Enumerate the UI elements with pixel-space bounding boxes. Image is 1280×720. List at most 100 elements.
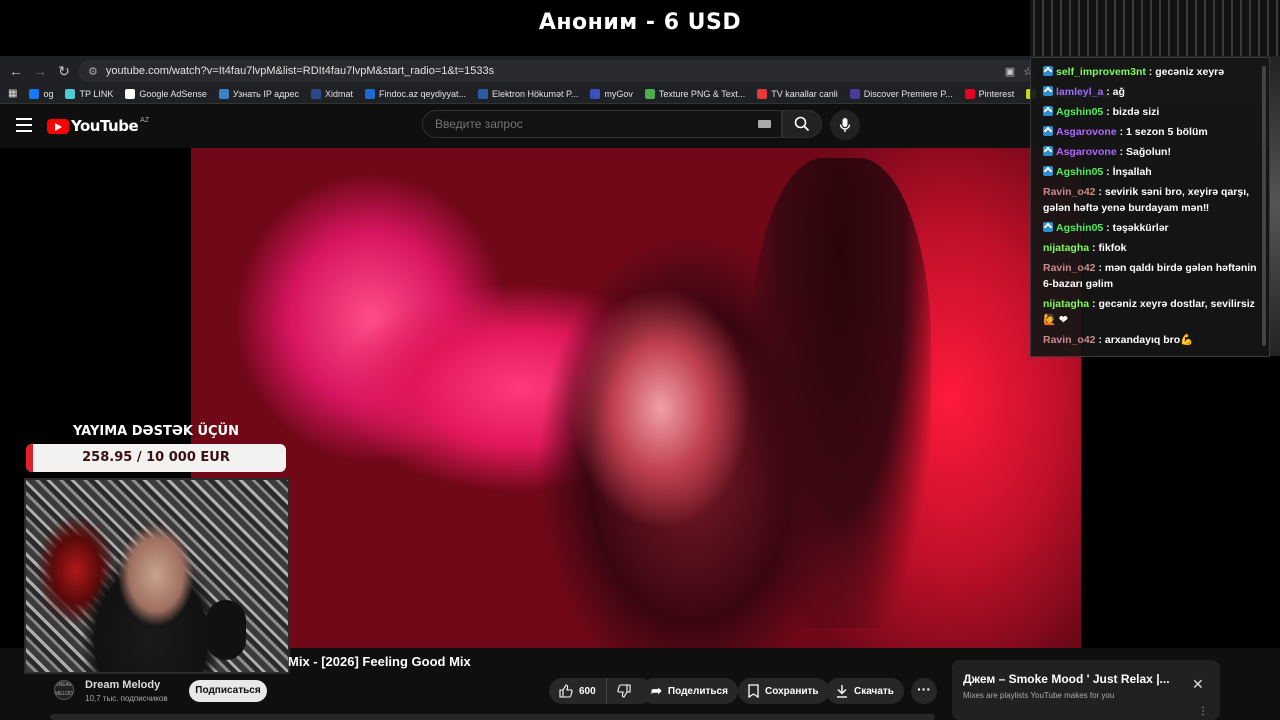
close-icon[interactable]: ✕ [1192,676,1204,693]
subscribe-button[interactable]: Подписаться [189,680,267,702]
description-box[interactable] [50,714,935,720]
webcam-feed [24,478,290,674]
chat-message: Asgarovone : 1 sezon 5 bölüm [1031,122,1269,142]
chat-username: Asgarovone [1056,146,1117,158]
support-goal-amount: 258.95 / 10 000 EUR [82,450,230,465]
like-button[interactable]: 600 [549,678,607,704]
bookmark-label: Google AdSense [139,88,207,99]
url-text: youtube.com/watch?v=It4fau7lvpM&list=RDI… [105,65,495,77]
chat-separator: : [1095,334,1105,346]
pinterest-icon [964,88,975,99]
bookmark-item[interactable]: Google AdSense [125,88,207,99]
like-count: 600 [579,685,596,697]
texture-icon [644,88,655,99]
bookmark-item[interactable]: TP LINK [65,88,114,99]
chat-message: Agshin05 : təşəkkürlər [1031,218,1269,238]
download-button[interactable]: Скачать [826,678,904,704]
youtube-logo[interactable]: YouTube AZ [47,117,149,135]
chat-username: self_improvem3nt [1056,66,1146,78]
donation-alert-title: Аноним - 6 USD [538,10,742,35]
chat-text: İnşallah [1112,166,1152,178]
bookmark-list: og TP LINK Google AdSense Узнать IP адрес Xi… [29,88,1138,99]
search-button[interactable] [782,110,822,138]
mix-title: Джем – Smoke Mood ' Just Relax |... [963,672,1170,686]
chat-username: Ravin_o42 [1043,186,1096,198]
chat-text: arxandayıq bro💪 [1104,334,1194,346]
google-icon [125,88,136,99]
platform-badge-icon [1043,126,1053,136]
chat-username: Agshin05 [1056,166,1104,178]
chat-separator: : [1103,166,1113,178]
tplink-icon [65,88,76,99]
chat-text: 1 sezon 5 bölüm [1126,126,1208,138]
chat-username: Ravin_o42 [1043,334,1096,346]
platform-badge-icon [1043,166,1053,176]
share-button[interactable]: ➦ Поделиться [641,678,738,704]
video-subject [751,158,931,628]
bookmark-item[interactable]: Discover Premiere P... [849,88,953,99]
premiere-icon [849,88,860,99]
bookmark-label: myGov [604,88,633,99]
chat-text: bizdə sizi [1112,106,1160,118]
site-info-icon[interactable]: ⚙ [88,65,98,78]
support-goal-bar: 258.95 / 10 000 EUR [26,444,286,472]
kebab-menu-icon[interactable]: ⋮ [1198,706,1208,717]
channel-avatar[interactable]: DREAM MELODY [54,680,74,700]
reload-icon[interactable]: ↻ [52,60,76,82]
bookmark-item[interactable]: Xidmat [310,88,353,99]
address-bar[interactable]: ⚙ youtube.com/watch?v=It4fau7lvpM&list=R… [78,60,1038,82]
bookmark-label: Xidmat [324,88,353,99]
platform-badge-icon [1043,66,1053,76]
hamburger-menu-icon[interactable] [16,118,32,132]
bookmark-item[interactable]: Findoc.az qeydiyyat... [364,88,466,99]
save-button[interactable]: Сохранить [738,678,829,704]
chat-message: nijatagha : gecəniz xeyrə dostlar, sevil… [1031,294,1269,330]
bookmark-label: TP LINK [79,88,114,99]
more-actions-button[interactable]: ··· [911,678,937,704]
bookmark-item[interactable]: Pinterest [964,88,1014,99]
chat-text: Sağolun! [1126,146,1171,158]
support-goal-title: YAYIMA DƏSTƏK ÜÇÜN [73,424,239,439]
dislike-button[interactable] [607,678,641,704]
mix-subtitle: Mixes are playlists YouTube makes for yo… [963,691,1115,700]
chat-message: Agshin05 : bizdə sizi [1031,102,1269,122]
bookmark-label: Узнать IP адрес [232,88,299,99]
forward-arrow-icon[interactable]: → [28,60,52,82]
chat-scrollbar[interactable] [1262,66,1266,346]
chat-separator: : [1103,106,1113,118]
chat-message: self_improvem3nt : gecəniz xeyrə [1031,62,1269,82]
bookmark-item[interactable]: TV kanallar canli [757,88,838,99]
chat-message: nijatagha : fikfok [1031,238,1269,258]
chat-message-list: self_improvem3nt : gecəniz xeyrə lamleyl_… [1031,58,1269,350]
bookmark-item[interactable]: myGov [590,88,633,99]
live-chat-overlay: self_improvem3nt : gecəniz xeyrə lamleyl_… [1030,57,1270,357]
microphone-icon [839,118,851,132]
mix-playlist-card[interactable]: Джем – Smoke Mood ' Just Relax |... Mixe… [952,660,1220,720]
chat-text: ağ [1112,86,1125,98]
chat-message: Agshin05 : İnşallah [1031,162,1269,182]
facebook-icon [29,88,40,99]
search-icon [794,116,810,132]
video-frame [191,148,1081,648]
search-input[interactable] [422,110,782,138]
chat-separator: : [1116,146,1127,158]
chat-message: Ravin_o42 : sevirik səni bro, xeyirə qar… [1031,182,1269,218]
chat-username: Asgarovone [1056,126,1117,138]
ip-icon [218,88,229,99]
youtube-play-icon [47,118,69,134]
studio-microphone [206,600,246,660]
download-icon [837,685,847,698]
bookmark-item[interactable]: Elektron Hökumət P... [478,88,578,99]
bookmark-label: TV kanallar canli [771,88,838,99]
apps-grid-icon[interactable]: ▦ [8,88,17,99]
voice-search-button[interactable] [830,110,860,140]
bookmark-item[interactable]: Texture PNG & Text... [644,88,745,99]
back-arrow-icon[interactable]: ← [4,60,28,82]
channel-name[interactable]: Dream Melody [85,679,160,691]
chat-separator: : [1103,86,1113,98]
bookmark-item[interactable]: Узнать IP адрес [218,88,299,99]
chat-separator: : [1095,262,1105,274]
chat-username: nijatagha [1043,242,1090,254]
keyboard-icon[interactable] [758,120,771,128]
bookmark-item[interactable]: og [29,88,53,99]
